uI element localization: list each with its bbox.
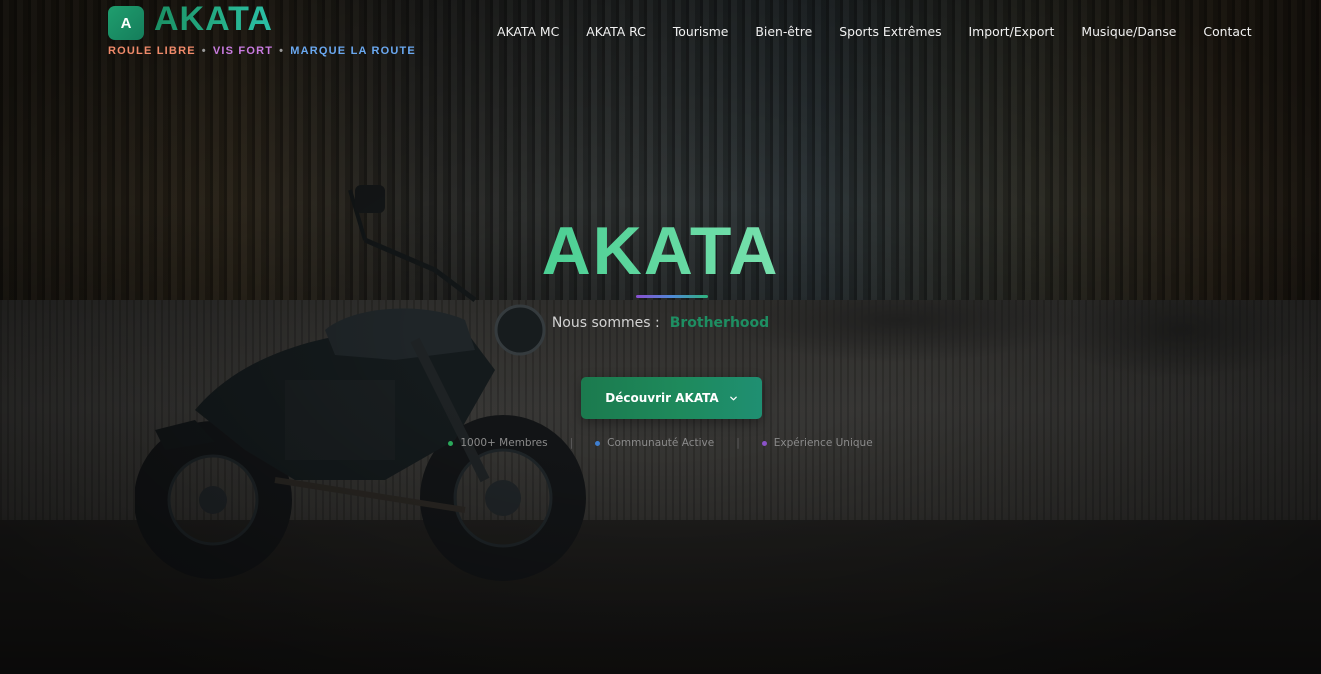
stat-separator: | [736, 437, 740, 449]
stat-label: 1000+ Membres [460, 437, 548, 449]
tagline-part-1: ROULE LIBRE [108, 45, 196, 57]
hero-background [0, 0, 1321, 674]
purple-dot-icon [761, 440, 767, 446]
overlay-vignette [0, 0, 1321, 674]
nav-item-musique-danse[interactable]: Musique/Danse [1081, 24, 1176, 39]
stat-community: Communauté Active [595, 437, 714, 449]
nav-item-tourisme[interactable]: Tourisme [673, 24, 729, 39]
subtitle-label: Nous sommes : [551, 315, 660, 331]
nav-item-import-export[interactable]: Import/Export [969, 24, 1055, 39]
chevron-down-icon [729, 396, 737, 400]
brand-tagline: ROULE LIBRE • VIS FORT • MARQUE LA ROUTE [108, 45, 416, 57]
stat-separator: | [569, 437, 574, 449]
nav-item-contact[interactable]: Contact [1203, 24, 1251, 39]
hero-divider [636, 295, 708, 298]
tagline-part-3: MARQUE LA ROUTE [290, 45, 416, 57]
nav-item-bien-etre[interactable]: Bien-être [755, 24, 812, 39]
discover-akata-button[interactable]: Découvrir AKATA [581, 377, 762, 419]
nav-item-akata-rc[interactable]: AKATA RC [586, 24, 646, 39]
green-dot-icon [448, 440, 454, 446]
subtitle-value: Brotherhood [669, 315, 770, 331]
tagline-separator: • [279, 45, 285, 57]
stat-label: Expérience Unique [773, 437, 873, 449]
main-nav: AKATA MC AKATA RC Tourisme Bien-être Spo… [497, 24, 1252, 39]
hero-title: AKATA [0, 212, 1321, 290]
blue-dot-icon [595, 440, 601, 446]
stat-members: 1000+ Membres [448, 437, 548, 449]
tagline-separator: • [201, 45, 207, 57]
nav-item-akata-mc[interactable]: AKATA MC [497, 24, 559, 39]
stat-label: Communauté Active [607, 437, 715, 449]
hero-stats: 1000+ Membres | Communauté Active | Expé… [0, 437, 1321, 449]
stat-experience: Expérience Unique [761, 437, 873, 449]
tagline-part-2: VIS FORT [212, 45, 274, 57]
brand-name: AKATA [154, 0, 273, 38]
logo-badge-icon: A [108, 6, 144, 40]
hero-subtitle: Nous sommes : Brotherhood [0, 315, 1321, 331]
cta-label: Découvrir AKATA [605, 391, 719, 405]
nav-item-sports-extremes[interactable]: Sports Extrêmes [839, 24, 941, 39]
